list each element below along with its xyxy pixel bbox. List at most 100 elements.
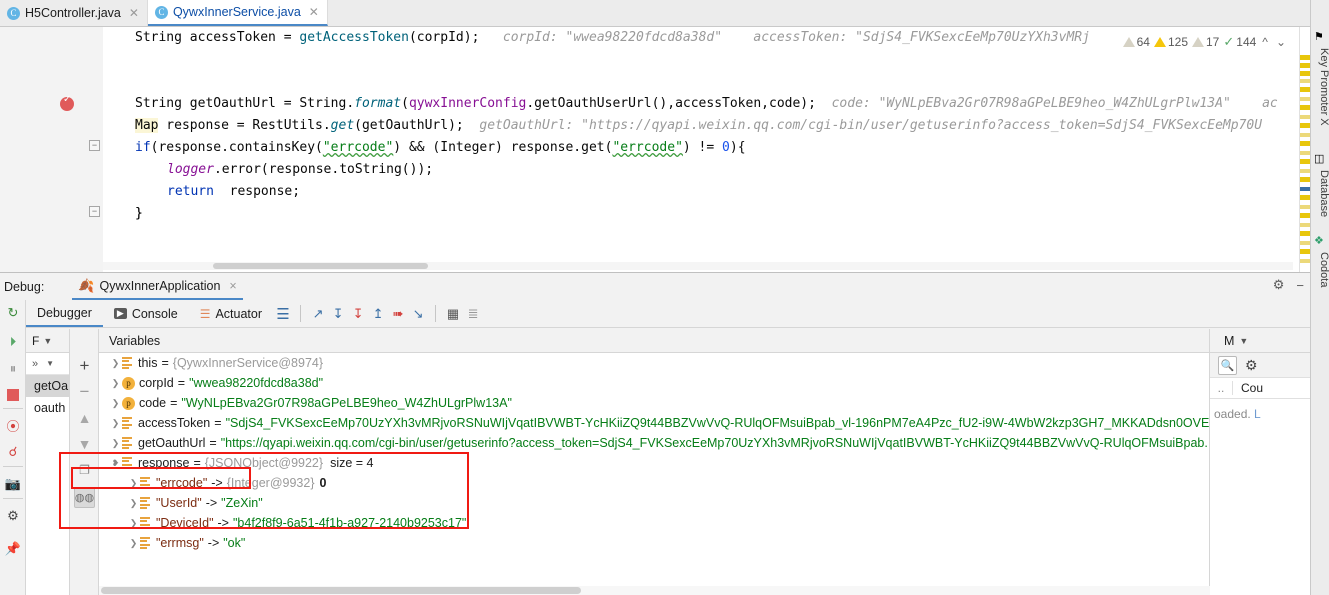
variable-row-errmsg[interactable]: ❯ "errmsg" -> "ok": [99, 533, 1209, 553]
variable-value: 0: [319, 476, 327, 490]
fold-collapse-icon[interactable]: −: [89, 140, 100, 151]
breakpoint-icon[interactable]: [60, 94, 74, 111]
move-up-icon[interactable]: ▲: [74, 407, 95, 428]
frames-toolbar: » ▼: [26, 353, 69, 375]
watches-note-text: oaded.: [1214, 407, 1255, 421]
parameter-icon: p: [122, 396, 135, 410]
field-icon: [122, 417, 133, 429]
next-highlight-icon[interactable]: ⌄: [1274, 35, 1288, 49]
show-execution-point-icon[interactable]: ↗: [308, 304, 328, 324]
editor-tab-h5controller[interactable]: C H5Controller.java ✕: [0, 0, 148, 26]
expand-chevron-icon[interactable]: ❯: [109, 413, 122, 433]
evaluate-expression-icon[interactable]: ▦: [443, 304, 463, 324]
variable-row-accesstoken[interactable]: ❯ accessToken = "SdjS4_FVKSexcEeMp70UzYX…: [99, 413, 1209, 433]
close-icon[interactable]: ✕: [129, 6, 139, 20]
snapshot-icon[interactable]: 📷: [4, 475, 22, 493]
code-line-815: return response; response: size = 4 ⌄: [153, 228, 474, 243]
minimize-icon[interactable]: −: [1296, 278, 1304, 293]
frame-item-oauth[interactable]: oauth: [26, 397, 69, 419]
fold-collapse-icon[interactable]: −: [89, 206, 100, 217]
variable-row-response[interactable]: ❥ response = {JSONObject@9922} size = 4: [99, 453, 1209, 473]
watches-column-header: .. Cou: [1210, 378, 1310, 399]
inspection-yellow: 125: [1153, 35, 1188, 49]
variable-object-id: {JSONObject@9922}: [204, 456, 324, 470]
editor-tab-qywxinnerservice[interactable]: C QywxInnerService.java ✕: [147, 0, 328, 26]
expand-chevron-icon[interactable]: ❯: [109, 373, 122, 393]
field-icon: [122, 437, 133, 449]
tool-button-key-promoter-x[interactable]: Key Promoter X: [1311, 44, 1329, 126]
expand-chevron-icon[interactable]: ❯: [109, 433, 122, 453]
remove-icon[interactable]: −: [74, 381, 95, 402]
frame-item-getoauth[interactable]: getOa: [26, 375, 69, 397]
actuator-icon: ☰: [199, 306, 211, 321]
pause-program-icon[interactable]: ⏸: [4, 360, 22, 378]
tab-console[interactable]: ▶ Console: [103, 300, 189, 327]
view-breakpoints-icon[interactable]: ⦿: [4, 416, 22, 434]
stop-icon[interactable]: [4, 386, 22, 404]
step-into-icon[interactable]: ↧: [348, 304, 368, 324]
copy-icon[interactable]: ❐: [74, 459, 95, 480]
mute-breakpoints-icon[interactable]: ☌: [4, 443, 22, 461]
debug-session-tab[interactable]: 🍂 QywxInnerApplication ×: [72, 274, 243, 300]
collapse-chevron-icon[interactable]: ❥: [109, 453, 122, 473]
sort-values-icon[interactable]: ≣: [463, 304, 483, 324]
previous-highlight-icon[interactable]: ^: [1260, 35, 1270, 49]
watches-icon[interactable]: ◍◍: [74, 487, 95, 508]
error-stripe[interactable]: [1299, 27, 1310, 272]
expand-chevron-icon[interactable]: ❯: [127, 493, 140, 513]
variables-horizontal-scrollbar[interactable]: [99, 586, 1210, 595]
variable-row-this[interactable]: ❯ this = {QywxInnerService@8974}: [99, 353, 1209, 373]
gear-icon[interactable]: ⚙: [1245, 357, 1258, 374]
pin-icon[interactable]: 📌: [4, 540, 22, 558]
variable-row-getoauthurl[interactable]: ❯ getOauthUrl = "https://qyapi.weixin.qq…: [99, 433, 1209, 453]
layout-settings-icon[interactable]: ☰: [273, 304, 293, 324]
chevron-down-icon[interactable]: ▼: [1239, 336, 1248, 346]
gear-icon[interactable]: ⚙: [1273, 277, 1285, 293]
variable-operator: ->: [207, 536, 220, 550]
watches-note-link[interactable]: L: [1254, 407, 1261, 421]
force-step-into-icon[interactable]: ↥: [368, 304, 388, 324]
step-over-icon[interactable]: ↧: [328, 304, 348, 324]
code-editor[interactable]: 806 807 808 809 810 811 812 813 814 815 …: [0, 27, 1310, 272]
expand-chevron-icon[interactable]: ❯: [109, 393, 122, 413]
line-number-gutter: [0, 27, 57, 272]
variable-row-deviceid[interactable]: ❯ "DeviceId" -> "b4f2f8f9-6a51-4f1b-a927…: [99, 513, 1209, 533]
variable-row-code[interactable]: ❯ p code = "WyNLpEBva2Gr07R98aGPeLBE9heo…: [99, 393, 1209, 413]
resume-program-icon[interactable]: ⏵: [4, 333, 22, 351]
add-icon[interactable]: +: [74, 355, 95, 376]
expand-chevron-icon[interactable]: ❯: [127, 513, 140, 533]
code-line-806: String accessToken = getAccessToken(corp…: [135, 30, 1090, 45]
code-text-area[interactable]: String accessToken = getAccessToken(corp…: [103, 27, 1310, 272]
tab-actuator[interactable]: ☰ Actuator: [189, 300, 273, 327]
run-to-cursor-icon[interactable]: ↘: [408, 304, 428, 324]
expand-chevron-icon[interactable]: ❯: [127, 533, 140, 553]
variable-row-errcode[interactable]: ❯ "errcode" -> {Integer@9932} 0: [99, 473, 1209, 493]
rerun-icon[interactable]: ↻: [4, 304, 22, 322]
frames-header-label: F: [32, 333, 40, 348]
expand-chevron-icon[interactable]: ❯: [109, 353, 122, 373]
inspection-status-widget[interactable]: 64 125 17 ✓ 144 ^ ⌄: [1116, 32, 1288, 52]
tab-debugger[interactable]: Debugger: [26, 300, 103, 327]
editor-tab-label: H5Controller.java: [25, 6, 121, 20]
close-icon[interactable]: ×: [229, 279, 236, 293]
variable-row-userid[interactable]: ❯ "UserId" -> "ZeXin": [99, 493, 1209, 513]
chevron-down-icon[interactable]: ▼: [43, 336, 52, 346]
step-out-icon[interactable]: ➠: [388, 304, 408, 324]
settings-icon[interactable]: ⚙: [4, 507, 22, 525]
variable-operator: =: [209, 436, 217, 450]
editor-tab-bar: C H5Controller.java ✕ C QywxInnerService…: [0, 0, 1310, 27]
editor-horizontal-scrollbar[interactable]: [103, 262, 1293, 270]
expand-chevron-icon[interactable]: ❯: [127, 473, 140, 493]
variable-operator: =: [214, 416, 222, 430]
variable-row-corpid[interactable]: ❯ p corpId = "wwea98220fdcd8a38d": [99, 373, 1209, 393]
close-icon[interactable]: ✕: [309, 5, 319, 19]
search-icon[interactable]: 🔍: [1218, 355, 1237, 375]
tool-button-database[interactable]: Database: [1311, 166, 1329, 217]
move-down-icon[interactable]: ▼: [74, 433, 95, 454]
inspection-grey-1: 64: [1122, 35, 1150, 49]
overflow-icon[interactable]: »: [32, 358, 38, 370]
variables-list[interactable]: ❯ this = {QywxInnerService@8974} ❯ p cor…: [99, 353, 1209, 595]
chevron-down-icon[interactable]: ▼: [46, 359, 54, 368]
variable-object-id: {Integer@9932}: [226, 476, 315, 490]
tool-button-codota[interactable]: Codota: [1311, 248, 1329, 287]
